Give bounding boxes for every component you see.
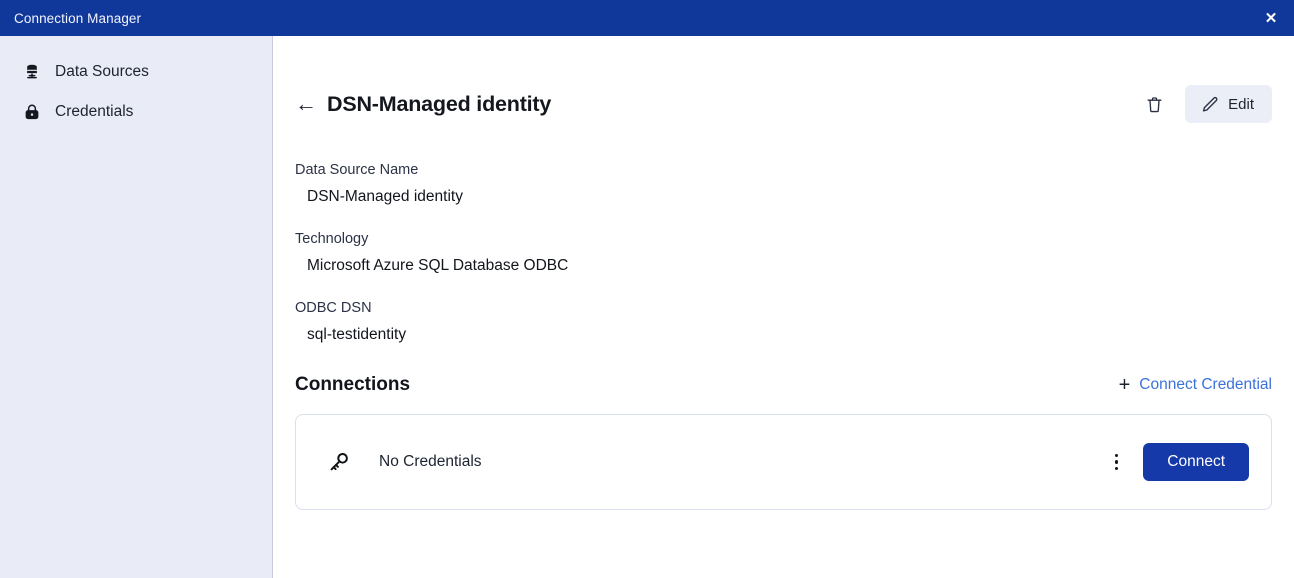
window-body: Data Sources Credentials ← DSN-Managed i… xyxy=(0,36,1294,578)
trash-icon[interactable] xyxy=(1137,87,1171,121)
edit-button[interactable]: Edit xyxy=(1185,85,1272,123)
connect-credential-button[interactable]: + Connect Credential xyxy=(1119,375,1272,395)
database-icon xyxy=(22,62,42,82)
title-bar: Connection Manager ✕ xyxy=(0,0,1294,36)
sidebar: Data Sources Credentials xyxy=(0,36,273,578)
field-value: sql-testidentity xyxy=(295,326,1272,344)
pencil-icon xyxy=(1200,95,1219,114)
connections-title: Connections xyxy=(295,374,410,396)
sidebar-item-label: Credentials xyxy=(55,103,133,121)
connect-button[interactable]: Connect xyxy=(1143,443,1249,481)
field-value: Microsoft Azure SQL Database ODBC xyxy=(295,257,1272,275)
page-header: ← DSN-Managed identity xyxy=(295,84,1272,124)
field-technology: Technology Microsoft Azure SQL Database … xyxy=(295,231,1272,275)
field-label: Data Source Name xyxy=(295,162,1272,178)
close-icon[interactable]: ✕ xyxy=(1248,0,1294,36)
connection-name: No Credentials xyxy=(379,453,482,471)
connection-actions: Connect xyxy=(1105,443,1249,481)
edit-button-label: Edit xyxy=(1228,96,1254,113)
key-icon xyxy=(326,449,352,475)
sidebar-item-credentials[interactable]: Credentials xyxy=(0,92,272,132)
sidebar-item-label: Data Sources xyxy=(55,63,149,81)
back-arrow-icon[interactable]: ← xyxy=(295,93,317,115)
field-value: DSN-Managed identity xyxy=(295,188,1272,206)
connections-header: Connections + Connect Credential xyxy=(295,374,1272,396)
connection-manager-window: Connection Manager ✕ Data Sources xyxy=(0,0,1294,578)
sidebar-item-data-sources[interactable]: Data Sources xyxy=(0,52,272,92)
field-odbc-dsn: ODBC DSN sql-testidentity xyxy=(295,300,1272,344)
field-data-source-name: Data Source Name DSN-Managed identity xyxy=(295,162,1272,206)
page-title: DSN-Managed identity xyxy=(327,92,551,117)
field-label: ODBC DSN xyxy=(295,300,1272,316)
field-label: Technology xyxy=(295,231,1272,247)
connect-credential-label: Connect Credential xyxy=(1139,376,1272,394)
plus-icon: + xyxy=(1119,375,1131,395)
window-title: Connection Manager xyxy=(14,11,141,26)
details-fields: Data Source Name DSN-Managed identity Te… xyxy=(295,162,1272,344)
header-actions: Edit xyxy=(1137,85,1272,123)
lock-icon xyxy=(22,102,42,122)
kebab-menu-icon[interactable] xyxy=(1105,447,1127,477)
connection-row: No Credentials Connect xyxy=(295,414,1272,510)
main-content: ← DSN-Managed identity xyxy=(273,36,1294,578)
